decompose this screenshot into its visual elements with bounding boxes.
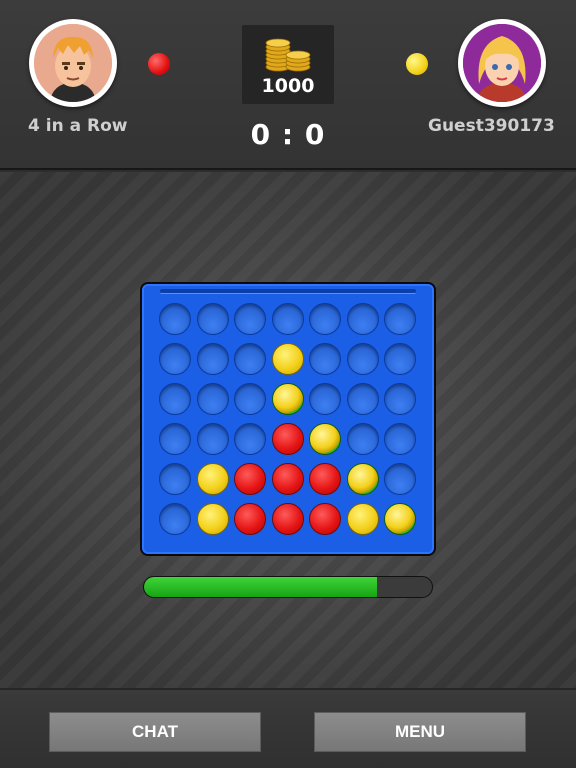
yellow-disc[interactable] <box>346 463 379 495</box>
chat-button[interactable]: CHAT <box>49 712 261 752</box>
empty-slot[interactable] <box>309 303 341 335</box>
girl-avatar-icon <box>463 24 541 102</box>
empty-slot[interactable] <box>159 383 191 415</box>
red-disc[interactable] <box>234 503 266 535</box>
player2-name: Guest390173 <box>428 116 555 136</box>
empty-slot[interactable] <box>159 463 191 495</box>
empty-slot[interactable] <box>346 303 379 335</box>
red-disc[interactable] <box>234 463 266 495</box>
empty-slot[interactable] <box>196 423 229 455</box>
empty-slot[interactable] <box>159 343 191 375</box>
yellow-disc[interactable] <box>271 383 304 415</box>
coin-amount: 1000 <box>261 75 315 97</box>
yellow-disc[interactable] <box>346 503 379 535</box>
empty-slot[interactable] <box>384 303 416 335</box>
yellow-disc[interactable] <box>309 423 341 455</box>
empty-slot[interactable] <box>346 383 379 415</box>
empty-slot[interactable] <box>346 423 379 455</box>
red-disc[interactable] <box>309 503 341 535</box>
empty-slot[interactable] <box>196 303 229 335</box>
red-disc[interactable] <box>309 463 341 495</box>
red-disc[interactable] <box>271 423 304 455</box>
yellow-disc[interactable] <box>196 503 229 535</box>
empty-slot[interactable] <box>384 343 416 375</box>
empty-slot[interactable] <box>346 343 379 375</box>
player2-avatar[interactable] <box>458 19 546 107</box>
game-board[interactable] <box>140 282 436 556</box>
empty-slot[interactable] <box>234 303 266 335</box>
empty-slot[interactable] <box>309 383 341 415</box>
player1-avatar[interactable] <box>29 19 117 107</box>
empty-slot[interactable] <box>384 383 416 415</box>
empty-slot[interactable] <box>384 423 416 455</box>
top-bar: 4 in a Row 1000 0 : 0 Guest390173 <box>0 0 576 174</box>
yellow-disc[interactable] <box>271 343 304 375</box>
empty-slot[interactable] <box>234 383 266 415</box>
player1-name: 4 in a Row <box>28 116 128 136</box>
coin-balance: 1000 <box>242 25 334 104</box>
player2-color-indicator <box>406 53 428 75</box>
match-score: 0 : 0 <box>250 118 326 151</box>
yellow-disc[interactable] <box>384 503 416 535</box>
empty-slot[interactable] <box>309 343 341 375</box>
empty-slot[interactable] <box>159 423 191 455</box>
menu-button[interactable]: MENU <box>314 712 526 752</box>
boy-avatar-icon <box>34 24 112 102</box>
empty-slot[interactable] <box>384 463 416 495</box>
turn-timer-bar <box>143 576 433 598</box>
empty-slot[interactable] <box>234 343 266 375</box>
yellow-disc[interactable] <box>196 463 229 495</box>
player1-color-indicator <box>148 53 170 75</box>
red-disc[interactable] <box>271 503 304 535</box>
empty-slot[interactable] <box>196 383 229 415</box>
empty-slot[interactable] <box>159 503 191 535</box>
gold-coins-icon <box>265 38 311 72</box>
empty-slot[interactable] <box>196 343 229 375</box>
red-disc[interactable] <box>271 463 304 495</box>
bottom-bar: CHAT MENU <box>0 688 576 768</box>
drop-rail <box>160 289 416 294</box>
empty-slot[interactable] <box>271 303 304 335</box>
empty-slot[interactable] <box>234 423 266 455</box>
empty-slot[interactable] <box>159 303 191 335</box>
turn-timer-fill <box>144 577 378 597</box>
